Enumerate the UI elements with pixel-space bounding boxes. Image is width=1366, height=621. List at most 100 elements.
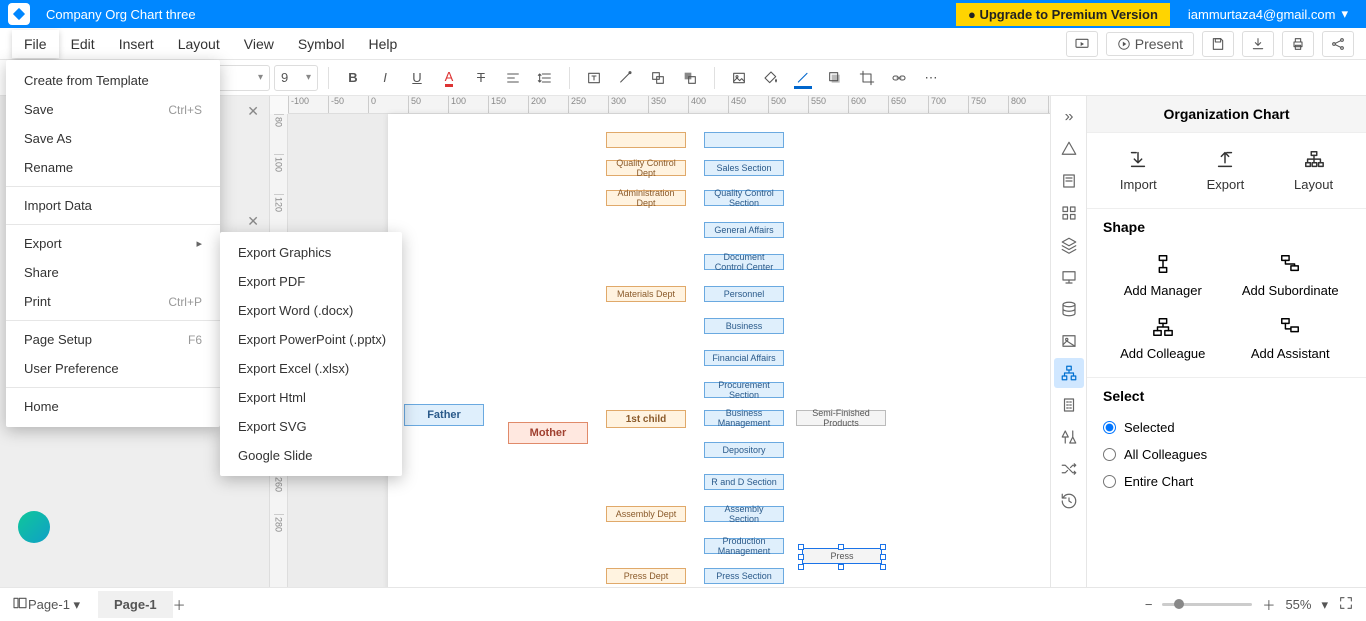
save-icon-button[interactable]: [1202, 31, 1234, 57]
print-icon-button[interactable]: [1282, 31, 1314, 57]
add-assistant-button[interactable]: Add Assistant: [1231, 316, 1351, 361]
org-node[interactable]: Business Management: [704, 410, 784, 426]
org-node[interactable]: 1st child: [606, 410, 686, 428]
upgrade-button[interactable]: ● Upgrade to Premium Version: [956, 3, 1170, 26]
shape-union-button[interactable]: [644, 64, 672, 92]
font-color-button[interactable]: A: [435, 64, 463, 92]
zoom-out-button[interactable]: −: [1145, 597, 1153, 612]
line-color-button[interactable]: [789, 64, 817, 92]
page-icon[interactable]: [1054, 166, 1084, 196]
collapse-panel-icon[interactable]: «: [1054, 102, 1084, 132]
select-entire-radio[interactable]: Entire Chart: [1087, 468, 1366, 495]
menu-share[interactable]: Share: [6, 258, 220, 287]
org-node[interactable]: Semi-Finished Products: [796, 410, 886, 426]
org-node[interactable]: Depository: [704, 442, 784, 458]
add-colleague-button[interactable]: Add Colleague: [1103, 316, 1223, 361]
history-icon[interactable]: [1054, 486, 1084, 516]
export-excel[interactable]: Export Excel (.xlsx): [220, 354, 420, 383]
line-tool-button[interactable]: [612, 64, 640, 92]
strikethrough-button[interactable]: T: [467, 64, 495, 92]
export-pdf[interactable]: Export PDF: [220, 267, 420, 296]
more-button[interactable]: ⋯: [917, 64, 945, 92]
menu-edit[interactable]: Edit: [59, 30, 107, 58]
menu-print[interactable]: PrintCtrl+P: [6, 287, 220, 316]
close-panel-icon[interactable]: ✕: [247, 103, 259, 120]
database-icon[interactable]: [1054, 294, 1084, 324]
menu-save[interactable]: SaveCtrl+S: [6, 95, 220, 124]
add-page-button[interactable]: ＋: [173, 595, 186, 614]
org-node[interactable]: Administration Dept: [606, 190, 686, 206]
export-button[interactable]: Export: [1207, 149, 1245, 192]
select-selected-radio[interactable]: Selected: [1087, 414, 1366, 441]
org-node-selected[interactable]: Press: [802, 548, 882, 564]
menu-symbol[interactable]: Symbol: [286, 30, 357, 58]
fill-color-button[interactable]: [757, 64, 785, 92]
org-node[interactable]: Materials Dept: [606, 286, 686, 302]
building-icon[interactable]: [1054, 390, 1084, 420]
org-node[interactable]: Financial Affairs: [704, 350, 784, 366]
org-node[interactable]: [606, 132, 686, 148]
page-select[interactable]: Page-1 ▾: [28, 597, 98, 613]
crop-button[interactable]: [853, 64, 881, 92]
org-node[interactable]: Mother: [508, 422, 588, 444]
line-spacing-button[interactable]: [531, 64, 559, 92]
page-surface[interactable]: Quality Control Dept Sales Section Admin…: [388, 114, 1050, 587]
shape-category[interactable]: [18, 511, 50, 543]
menu-save-as[interactable]: Save As: [6, 124, 220, 153]
import-button[interactable]: Import: [1120, 149, 1157, 192]
org-node[interactable]: Personnel: [704, 286, 784, 302]
text-box-button[interactable]: [580, 64, 608, 92]
layers-icon[interactable]: [1054, 230, 1084, 260]
page-tab[interactable]: Page-1: [98, 591, 173, 618]
zoom-slider[interactable]: [1162, 603, 1252, 606]
org-node[interactable]: Sales Section: [704, 160, 784, 176]
close-panel-icon[interactable]: ✕: [247, 213, 259, 230]
menu-export[interactable]: Export▸: [6, 229, 220, 258]
italic-button[interactable]: I: [371, 64, 399, 92]
layout-button[interactable]: Layout: [1294, 149, 1333, 192]
align-button[interactable]: [499, 64, 527, 92]
menu-home[interactable]: Home: [6, 392, 220, 421]
slideshow-icon-button[interactable]: [1066, 31, 1098, 57]
menu-file[interactable]: File: [12, 30, 59, 58]
org-node[interactable]: Document Control Center: [704, 254, 784, 270]
org-node[interactable]: Production Management: [704, 538, 784, 554]
font-size-select[interactable]: 9 ▾: [274, 65, 318, 91]
grid-icon[interactable]: [1054, 198, 1084, 228]
menu-user-preference[interactable]: User Preference: [6, 354, 220, 383]
org-node[interactable]: Quality Control Section: [704, 190, 784, 206]
compare-icon[interactable]: [1054, 422, 1084, 452]
menu-view[interactable]: View: [232, 30, 286, 58]
link-button[interactable]: [885, 64, 913, 92]
org-node[interactable]: Procurement Section: [704, 382, 784, 398]
fullscreen-button[interactable]: [1338, 595, 1354, 614]
add-manager-button[interactable]: Add Manager: [1103, 253, 1223, 298]
menu-page-setup[interactable]: Page SetupF6: [6, 325, 220, 354]
org-node[interactable]: Assembly Section: [704, 506, 784, 522]
shuffle-icon[interactable]: [1054, 454, 1084, 484]
download-icon-button[interactable]: [1242, 31, 1274, 57]
export-google-slide[interactable]: Google Slide: [220, 441, 420, 470]
org-node[interactable]: Press Dept: [606, 568, 686, 584]
share-icon-button[interactable]: [1322, 31, 1354, 57]
export-powerpoint[interactable]: Export PowerPoint (.pptx): [220, 325, 420, 354]
export-graphics[interactable]: Export Graphics: [220, 238, 420, 267]
account-menu[interactable]: iammurtaza4@gmail.com ▾: [1188, 6, 1358, 22]
zoom-in-button[interactable]: ＋: [1262, 595, 1275, 614]
org-node[interactable]: R and D Section: [704, 474, 784, 490]
present-button[interactable]: Present: [1106, 32, 1194, 56]
bold-button[interactable]: B: [339, 64, 367, 92]
image-button[interactable]: [725, 64, 753, 92]
select-colleagues-radio[interactable]: All Colleagues: [1087, 441, 1366, 468]
menu-layout[interactable]: Layout: [166, 30, 232, 58]
menu-rename[interactable]: Rename: [6, 153, 220, 182]
org-node[interactable]: [704, 132, 784, 148]
add-subordinate-button[interactable]: Add Subordinate: [1231, 253, 1351, 298]
menu-insert[interactable]: Insert: [107, 30, 166, 58]
shape-subtract-button[interactable]: [676, 64, 704, 92]
presentation-icon[interactable]: [1054, 262, 1084, 292]
org-node[interactable]: Assembly Dept: [606, 506, 686, 522]
export-word[interactable]: Export Word (.docx): [220, 296, 420, 325]
shadow-button[interactable]: [821, 64, 849, 92]
org-node[interactable]: General Affairs: [704, 222, 784, 238]
